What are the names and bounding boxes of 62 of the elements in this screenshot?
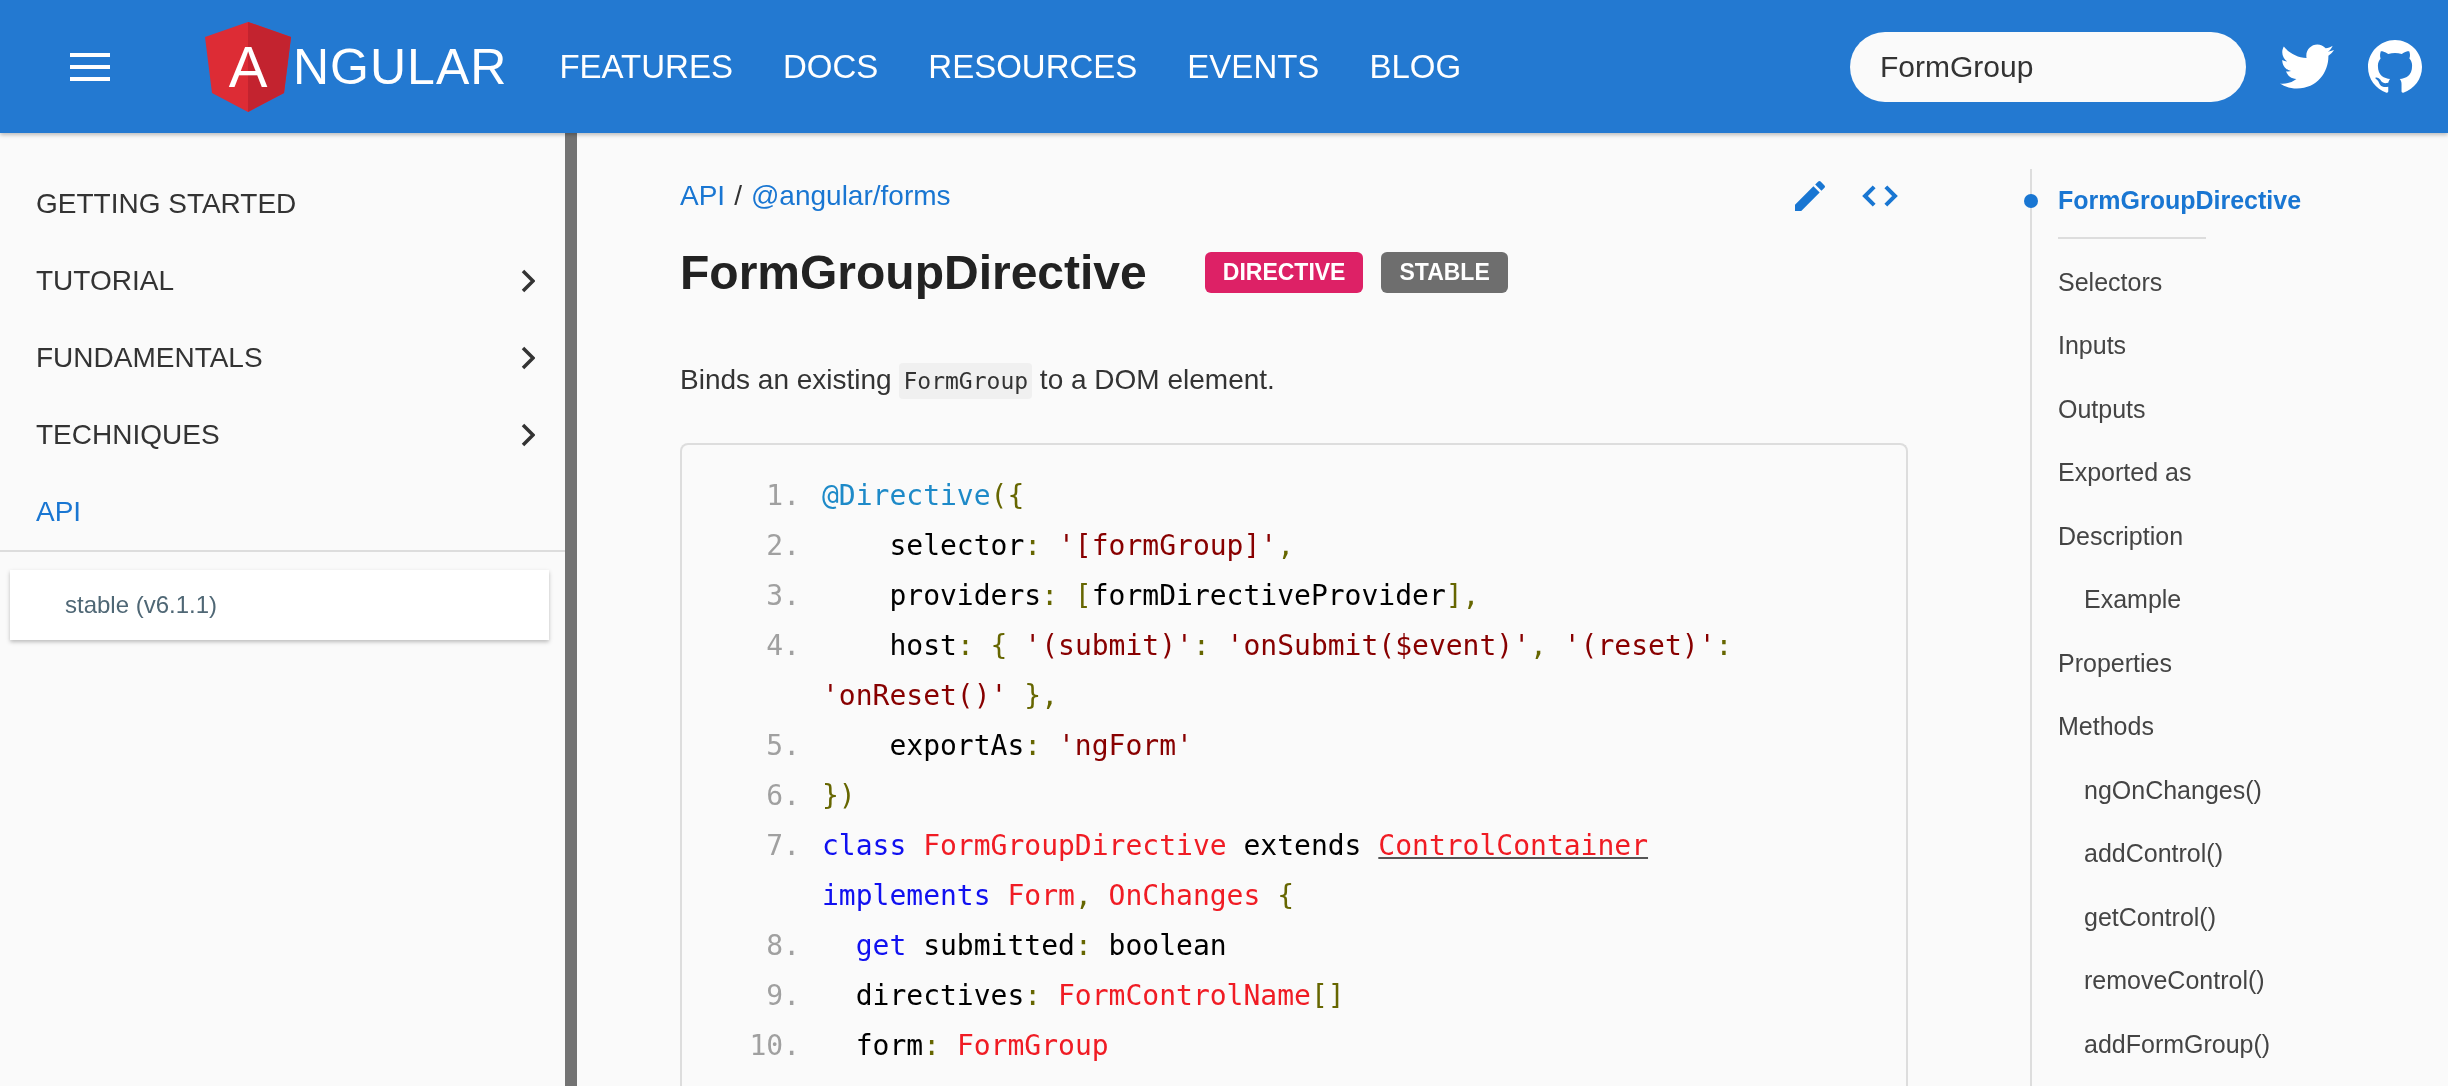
nav-link[interactable]: DOCS	[782, 47, 879, 86]
breadcrumb-separator: /	[734, 180, 742, 212]
nav-link[interactable]: BLOG	[1369, 47, 1462, 86]
version-select[interactable]: stable (v6.1.1)	[10, 570, 549, 640]
line-number: 3.	[765, 578, 800, 614]
status-label: DIRECTIVE	[1204, 251, 1364, 293]
shield-logo-icon: A	[205, 21, 291, 112]
code-line: directives: FormControlName[]	[854, 978, 1346, 1014]
toc-link[interactable]: Methods	[2032, 695, 2302, 759]
current-dot-icon	[2024, 194, 2038, 208]
breadcrumb-link[interactable]: @angular/forms	[750, 180, 951, 212]
sidebar-item[interactable]: FUNDAMENTALS	[0, 319, 565, 396]
menu-button[interactable]	[70, 52, 110, 81]
code-link[interactable]: ControlContainer	[1378, 829, 1649, 862]
code-line: @Directive({	[822, 478, 1026, 514]
toc-link[interactable]: getControl()	[2032, 885, 2302, 949]
logo-text: NGULAR	[293, 37, 508, 96]
breadcrumb-link[interactable]: API	[680, 180, 726, 212]
line-number: 8.	[765, 928, 800, 964]
toc-link[interactable]: Outputs	[2032, 377, 2302, 441]
sidebar-item[interactable]: GETTING STARTED	[0, 165, 565, 242]
line-number: 9.	[765, 978, 800, 1014]
cat-icon[interactable]	[2368, 39, 2422, 94]
toc-link[interactable]: FormGroupDirective	[2032, 169, 2302, 233]
toc-link[interactable]: ngOnChanges()	[2032, 758, 2302, 822]
toc-link[interactable]: Example	[2032, 568, 2302, 632]
toc-link[interactable]: addFormGroup()	[2032, 1012, 2302, 1076]
code-line: providers: [formDirectiveProvider],	[888, 578, 1481, 614]
toc-link[interactable]: addControl()	[2032, 822, 2302, 886]
code-line: exportAs: 'ngForm'	[888, 728, 1194, 764]
toc-link[interactable]: Exported as	[2032, 441, 2302, 505]
line-number: 6.	[765, 778, 800, 814]
scrollbar[interactable]	[565, 133, 577, 1086]
toc-link[interactable]: Properties	[2032, 631, 2302, 695]
code-line: class FormGroupDirective extends ControlContainer implements Form, OnChanges {	[822, 828, 1650, 914]
logo[interactable]: A NGULAR	[205, 21, 508, 112]
nav-link[interactable]: RESOURCES	[928, 47, 1138, 86]
toc-link[interactable]: removeControl()	[2032, 949, 2302, 1013]
toc-link[interactable]: Inputs	[2032, 314, 2302, 378]
line-number: 10.	[748, 1028, 800, 1064]
description: Binds an existing FormGroup to a DOM element.	[680, 360, 1908, 401]
sidebar-item[interactable]: TECHNIQUES	[0, 396, 565, 473]
code-line: form: FormGroup	[854, 1028, 1110, 1064]
toc-link[interactable]: Selectors	[2032, 250, 2302, 314]
line-number: 1.	[765, 478, 800, 514]
code-line: host: { '(submit)': 'onSubmit($event)', '(reset)': 'onReset()' },	[822, 628, 1734, 714]
code-line: })	[822, 778, 857, 814]
search-field[interactable]: FormGroup	[1850, 31, 2246, 102]
sidebar-item[interactable]: API	[0, 473, 565, 550]
line-number: 2.	[765, 528, 800, 564]
line-number: 4.	[765, 628, 800, 664]
line-number: 7.	[765, 828, 800, 864]
code-line: selector: '[formGroup]',	[888, 528, 1296, 564]
code-line: get submitted: boolean	[854, 928, 1228, 964]
nav-link[interactable]: EVENTS	[1187, 47, 1320, 86]
toc-link[interactable]: Description	[2032, 504, 2302, 568]
nav-link[interactable]: FEATURES	[559, 47, 733, 86]
line-number: 5.	[765, 728, 800, 764]
sidebar-item[interactable]: TUTORIAL	[0, 242, 565, 319]
menu-icon	[70, 52, 110, 81]
status-label: STABLE	[1381, 251, 1508, 293]
page-title: FormGroupDirective	[680, 244, 1147, 300]
